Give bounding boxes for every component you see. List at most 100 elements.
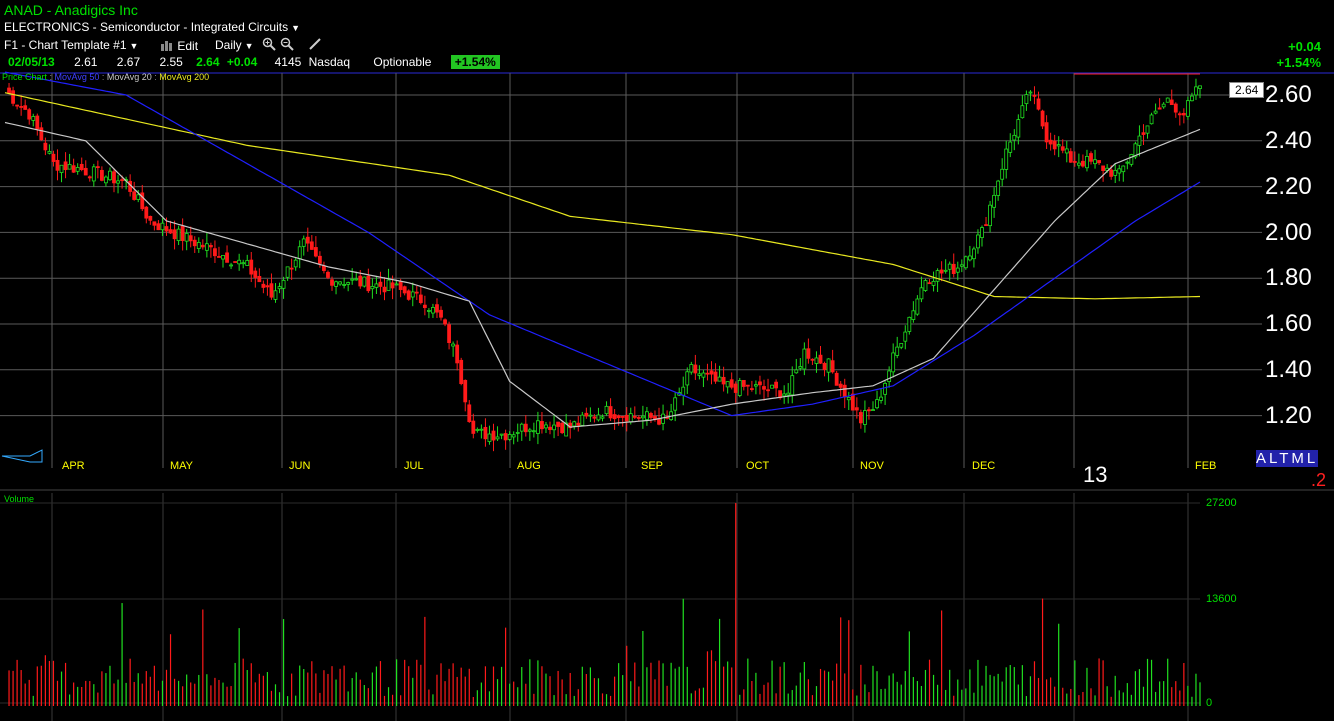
candle-body bbox=[576, 422, 581, 426]
volume-tick-label: 0 bbox=[1206, 697, 1213, 709]
candle-body bbox=[580, 414, 585, 426]
candle-body bbox=[1081, 160, 1085, 167]
candle-body bbox=[1093, 159, 1097, 165]
candle-body bbox=[293, 259, 298, 268]
candle-body bbox=[479, 428, 484, 431]
x-tick-label: SEP bbox=[641, 460, 664, 472]
candle-body bbox=[160, 222, 165, 231]
candle-body bbox=[1165, 97, 1170, 103]
candle-body bbox=[814, 357, 819, 364]
candle-body bbox=[225, 252, 229, 263]
candle-body bbox=[709, 370, 714, 375]
candle-body bbox=[1028, 91, 1033, 94]
candle-body bbox=[871, 409, 875, 411]
candle-body bbox=[354, 278, 359, 281]
candle-body bbox=[1153, 110, 1158, 114]
candle-body bbox=[431, 307, 435, 314]
candle-body bbox=[584, 412, 589, 417]
candle-body bbox=[673, 397, 678, 411]
candle-body bbox=[75, 167, 80, 172]
candle-body bbox=[390, 282, 395, 289]
candle-body bbox=[410, 291, 415, 298]
candle-body bbox=[1121, 165, 1126, 173]
candle-body bbox=[269, 283, 274, 298]
candle-body bbox=[572, 421, 577, 427]
candle-body bbox=[1068, 151, 1073, 163]
candle-body bbox=[285, 266, 290, 278]
candle-body bbox=[67, 163, 72, 170]
candle-body bbox=[200, 244, 205, 248]
candle-body bbox=[1000, 168, 1005, 180]
candle-body bbox=[1190, 95, 1194, 102]
candle-body bbox=[733, 383, 738, 393]
candle-body bbox=[35, 115, 40, 130]
candle-body bbox=[931, 280, 936, 286]
candle-body bbox=[770, 384, 774, 389]
candle-body bbox=[346, 282, 351, 285]
candle-body bbox=[418, 294, 423, 304]
candle-body bbox=[1052, 140, 1057, 150]
candle-body bbox=[217, 256, 221, 258]
price-pointer-icon bbox=[1, 449, 43, 463]
candle-body bbox=[208, 245, 213, 248]
candle-body bbox=[23, 105, 28, 110]
candle-body bbox=[895, 346, 900, 356]
altml-value: .2 bbox=[1311, 470, 1327, 490]
candle-body bbox=[427, 310, 431, 312]
candle-body bbox=[527, 429, 532, 432]
candle-body bbox=[645, 411, 649, 420]
candle-body bbox=[221, 255, 225, 260]
candle-body bbox=[1044, 122, 1049, 143]
y-tick-label: 2.00 bbox=[1265, 219, 1312, 246]
candle-body bbox=[838, 383, 843, 388]
candle-body bbox=[144, 206, 149, 219]
candle-body bbox=[1157, 107, 1162, 110]
candle-body bbox=[588, 414, 593, 417]
candle-body bbox=[1161, 103, 1166, 108]
candle-body bbox=[822, 363, 827, 370]
candle-body bbox=[907, 316, 912, 332]
last-price-tag: 2.64 bbox=[1229, 82, 1265, 98]
candle-body bbox=[467, 404, 472, 423]
candle-body bbox=[414, 291, 419, 294]
candle-body bbox=[854, 407, 859, 411]
candle-body bbox=[858, 412, 863, 424]
candle-body bbox=[741, 380, 746, 387]
x-tick-label: JUN bbox=[289, 460, 311, 472]
candle-body bbox=[213, 248, 217, 257]
candle-body bbox=[697, 373, 702, 376]
candle-body bbox=[649, 413, 653, 418]
candle-body bbox=[422, 304, 427, 309]
candle-body bbox=[475, 428, 480, 431]
candle-body bbox=[1072, 161, 1077, 163]
price-chart[interactable] bbox=[0, 0, 1334, 721]
candle-body bbox=[548, 426, 552, 430]
candle-body bbox=[257, 275, 262, 283]
candle-body bbox=[790, 375, 795, 396]
candle-body bbox=[350, 278, 355, 281]
candle-body bbox=[330, 279, 334, 286]
candle-body bbox=[104, 176, 108, 184]
candle-body bbox=[1076, 162, 1081, 166]
candle-body bbox=[1177, 113, 1182, 116]
candle-body bbox=[83, 167, 88, 176]
candle-body bbox=[939, 269, 944, 274]
altml-text: ALTML bbox=[1256, 450, 1319, 467]
candle-body bbox=[632, 415, 637, 418]
candle-body bbox=[99, 169, 104, 181]
candle-body bbox=[1194, 86, 1198, 96]
candle-body bbox=[879, 396, 883, 401]
candle-body bbox=[794, 369, 799, 374]
candle-body bbox=[132, 191, 137, 200]
candle-body bbox=[245, 260, 250, 266]
candle-body bbox=[483, 426, 488, 440]
candle-body bbox=[491, 430, 496, 441]
candle-body bbox=[693, 364, 698, 374]
candle-body bbox=[108, 170, 112, 181]
volume-tick-label: 13600 bbox=[1206, 593, 1237, 605]
candle-body bbox=[297, 246, 302, 260]
candle-body bbox=[923, 280, 928, 291]
candle-body bbox=[887, 370, 892, 382]
candle-body bbox=[681, 386, 686, 396]
altml-indicator[interactable]: ALTML bbox=[1256, 450, 1319, 467]
